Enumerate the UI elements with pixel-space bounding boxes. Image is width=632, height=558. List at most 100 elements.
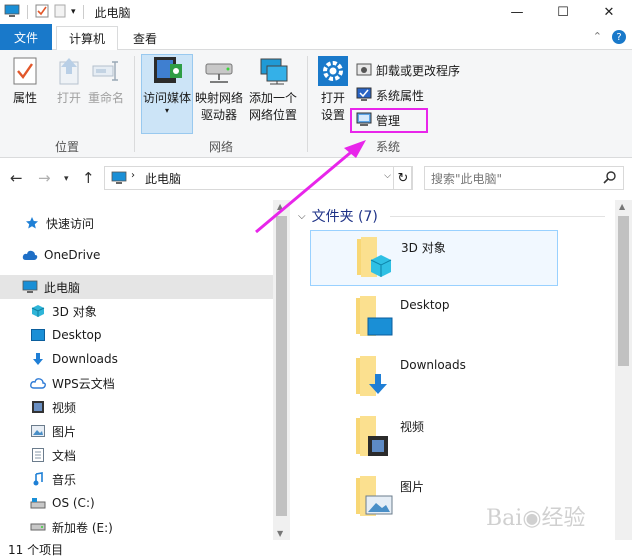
properties-icon <box>8 54 42 88</box>
nav-quick-access[interactable]: 快速访问 <box>0 211 274 235</box>
nav-pane-scrollbar[interactable]: ▲ ▼ <box>273 200 290 540</box>
rename-icon <box>89 54 123 88</box>
group-label-location: 位置 <box>54 140 79 154</box>
wps-cloud-icon <box>30 375 46 391</box>
scrollbar-thumb[interactable] <box>276 216 287 516</box>
tab-computer[interactable]: 计算机 <box>56 26 118 51</box>
folder-videos[interactable]: 视频 <box>310 410 558 466</box>
nav-item-drive-c[interactable]: OS (C:) <box>0 491 274 515</box>
scrollbar-thumb[interactable] <box>618 216 629 366</box>
picture-icon <box>30 423 46 439</box>
window-title: 此电脑 <box>94 5 131 20</box>
recent-locations-button[interactable]: ▾ <box>64 174 69 184</box>
uninstall-program-button[interactable]: 卸载或更改程序 <box>356 60 460 80</box>
divider <box>390 216 605 217</box>
document-icon <box>30 447 46 463</box>
maximize-button[interactable]: ☐ <box>540 0 586 24</box>
gear-icon <box>316 54 350 88</box>
folder-3d-icon <box>355 235 395 284</box>
system-drive-icon <box>30 495 46 511</box>
add-network-location-button[interactable]: 添加一个 网络位置 <box>249 54 297 124</box>
ribbon-tabs: 文件 计算机 查看 ⌃ ? <box>0 24 632 51</box>
folders-group-header[interactable]: ⌵ 文件夹 (7) <box>298 206 378 226</box>
pc-icon[interactable] <box>4 4 20 21</box>
help-icon[interactable]: ? <box>612 30 626 44</box>
folder-3d-objects[interactable]: 3D 对象 <box>310 230 558 286</box>
new-folder-quick-icon[interactable] <box>53 4 67 21</box>
folder-downloads-icon <box>354 354 394 403</box>
content-pane: ⌵ 文件夹 (7) 3D 对象 Desktop Downloads 视频 图片 <box>292 200 614 540</box>
breadcrumb[interactable]: 此电脑 <box>145 170 181 187</box>
open-settings-button[interactable]: 打开 设置 <box>316 54 350 124</box>
star-icon <box>24 215 40 231</box>
nav-item-downloads[interactable]: Downloads <box>0 347 274 371</box>
forward-button[interactable]: → <box>38 169 51 187</box>
address-dropdown-icon[interactable]: ⌵ <box>384 171 391 181</box>
title-bar: ▾ 此电脑 — ☐ ✕ <box>0 0 632 24</box>
scroll-up-icon[interactable]: ▲ <box>619 202 625 211</box>
rename-button[interactable]: 重命名 <box>88 54 124 107</box>
network-drive-icon <box>202 54 236 88</box>
map-network-drive-button[interactable]: 映射网络 驱动器 <box>195 54 243 124</box>
system-properties-button[interactable]: 系统属性 <box>356 85 424 105</box>
nav-item-pictures[interactable]: 图片 <box>0 419 274 443</box>
nav-item-desktop[interactable]: Desktop <box>0 323 274 347</box>
folder-downloads[interactable]: Downloads <box>310 350 558 406</box>
collapse-ribbon-icon[interactable]: ⌃ <box>593 30 602 44</box>
cloud-icon <box>22 247 38 263</box>
nav-item-3d-objects[interactable]: 3D 对象 <box>0 299 274 323</box>
up-button[interactable]: ↑ <box>82 169 95 187</box>
nav-onedrive[interactable]: OneDrive <box>0 243 274 267</box>
refresh-button[interactable]: ↻ <box>393 166 413 190</box>
back-button[interactable]: ← <box>10 169 23 187</box>
network-group: 访问媒体 ▾ 映射网络 驱动器 添加一个 网络位置 网络 <box>135 50 307 158</box>
nav-item-music[interactable]: 音乐 <box>0 467 274 491</box>
desktop-icon <box>30 327 46 343</box>
pc-icon <box>111 171 127 188</box>
network-location-icon <box>256 54 290 88</box>
manage-highlight-box <box>350 108 428 133</box>
nav-item-videos[interactable]: 视频 <box>0 395 274 419</box>
address-bar[interactable]: › 此电脑 ⌵ <box>104 166 412 190</box>
folder-pictures-icon <box>354 474 394 523</box>
drive-icon <box>30 519 46 535</box>
scroll-up-icon[interactable]: ▲ <box>277 202 283 211</box>
item-count: 11 个项目 <box>8 542 64 557</box>
chevron-down-icon: ⌵ <box>298 210 306 222</box>
system-properties-icon <box>356 86 372 105</box>
folder-desktop-icon <box>354 294 394 343</box>
nav-item-documents[interactable]: 文档 <box>0 443 274 467</box>
minimize-button[interactable]: — <box>494 0 540 24</box>
location-group: 属性 打开 重命名 位置 <box>0 50 134 158</box>
navigation-pane: 快速访问 OneDrive 此电脑 3D 对象 Desktop Download… <box>0 200 290 540</box>
properties-button[interactable]: 属性 <box>8 54 42 107</box>
navigation-bar: ← → ▾ ↑ › 此电脑 ⌵ ↻ 搜索"此电脑" <box>0 164 632 192</box>
download-arrow-icon <box>30 351 46 367</box>
folder-desktop[interactable]: Desktop <box>310 290 558 346</box>
breadcrumb-chevron-icon[interactable]: › <box>131 170 135 181</box>
music-note-icon <box>30 471 46 487</box>
customize-toolbar-icon[interactable]: ▾ <box>71 7 76 17</box>
dropdown-arrow-icon: ▾ <box>165 106 170 115</box>
nav-this-pc[interactable]: 此电脑 <box>0 275 274 299</box>
open-button[interactable]: 打开 <box>52 54 86 107</box>
film-icon <box>30 399 46 415</box>
group-label-system: 系统 <box>375 140 400 154</box>
pc-icon <box>22 279 38 295</box>
tab-file[interactable]: 文件 <box>0 24 52 50</box>
group-label-network: 网络 <box>208 140 233 154</box>
content-scrollbar[interactable]: ▲ <box>615 200 632 540</box>
scroll-down-icon[interactable]: ▼ <box>277 529 283 538</box>
search-input[interactable]: 搜索"此电脑" <box>424 166 624 190</box>
access-media-button[interactable]: 访问媒体 ▾ <box>143 54 191 115</box>
divider <box>27 5 28 19</box>
uninstall-icon <box>356 61 372 80</box>
watermark-logo: Bai◉经验 <box>486 506 586 531</box>
properties-quick-icon[interactable] <box>35 4 49 21</box>
close-button[interactable]: ✕ <box>586 0 632 24</box>
folder-videos-icon <box>354 414 394 463</box>
nav-item-wps-cloud[interactable]: WPS云文档 <box>0 371 274 395</box>
nav-item-drive-e[interactable]: 新加卷 (E:) <box>0 515 274 539</box>
tab-view[interactable]: 查看 <box>122 26 168 50</box>
media-icon <box>150 54 184 88</box>
